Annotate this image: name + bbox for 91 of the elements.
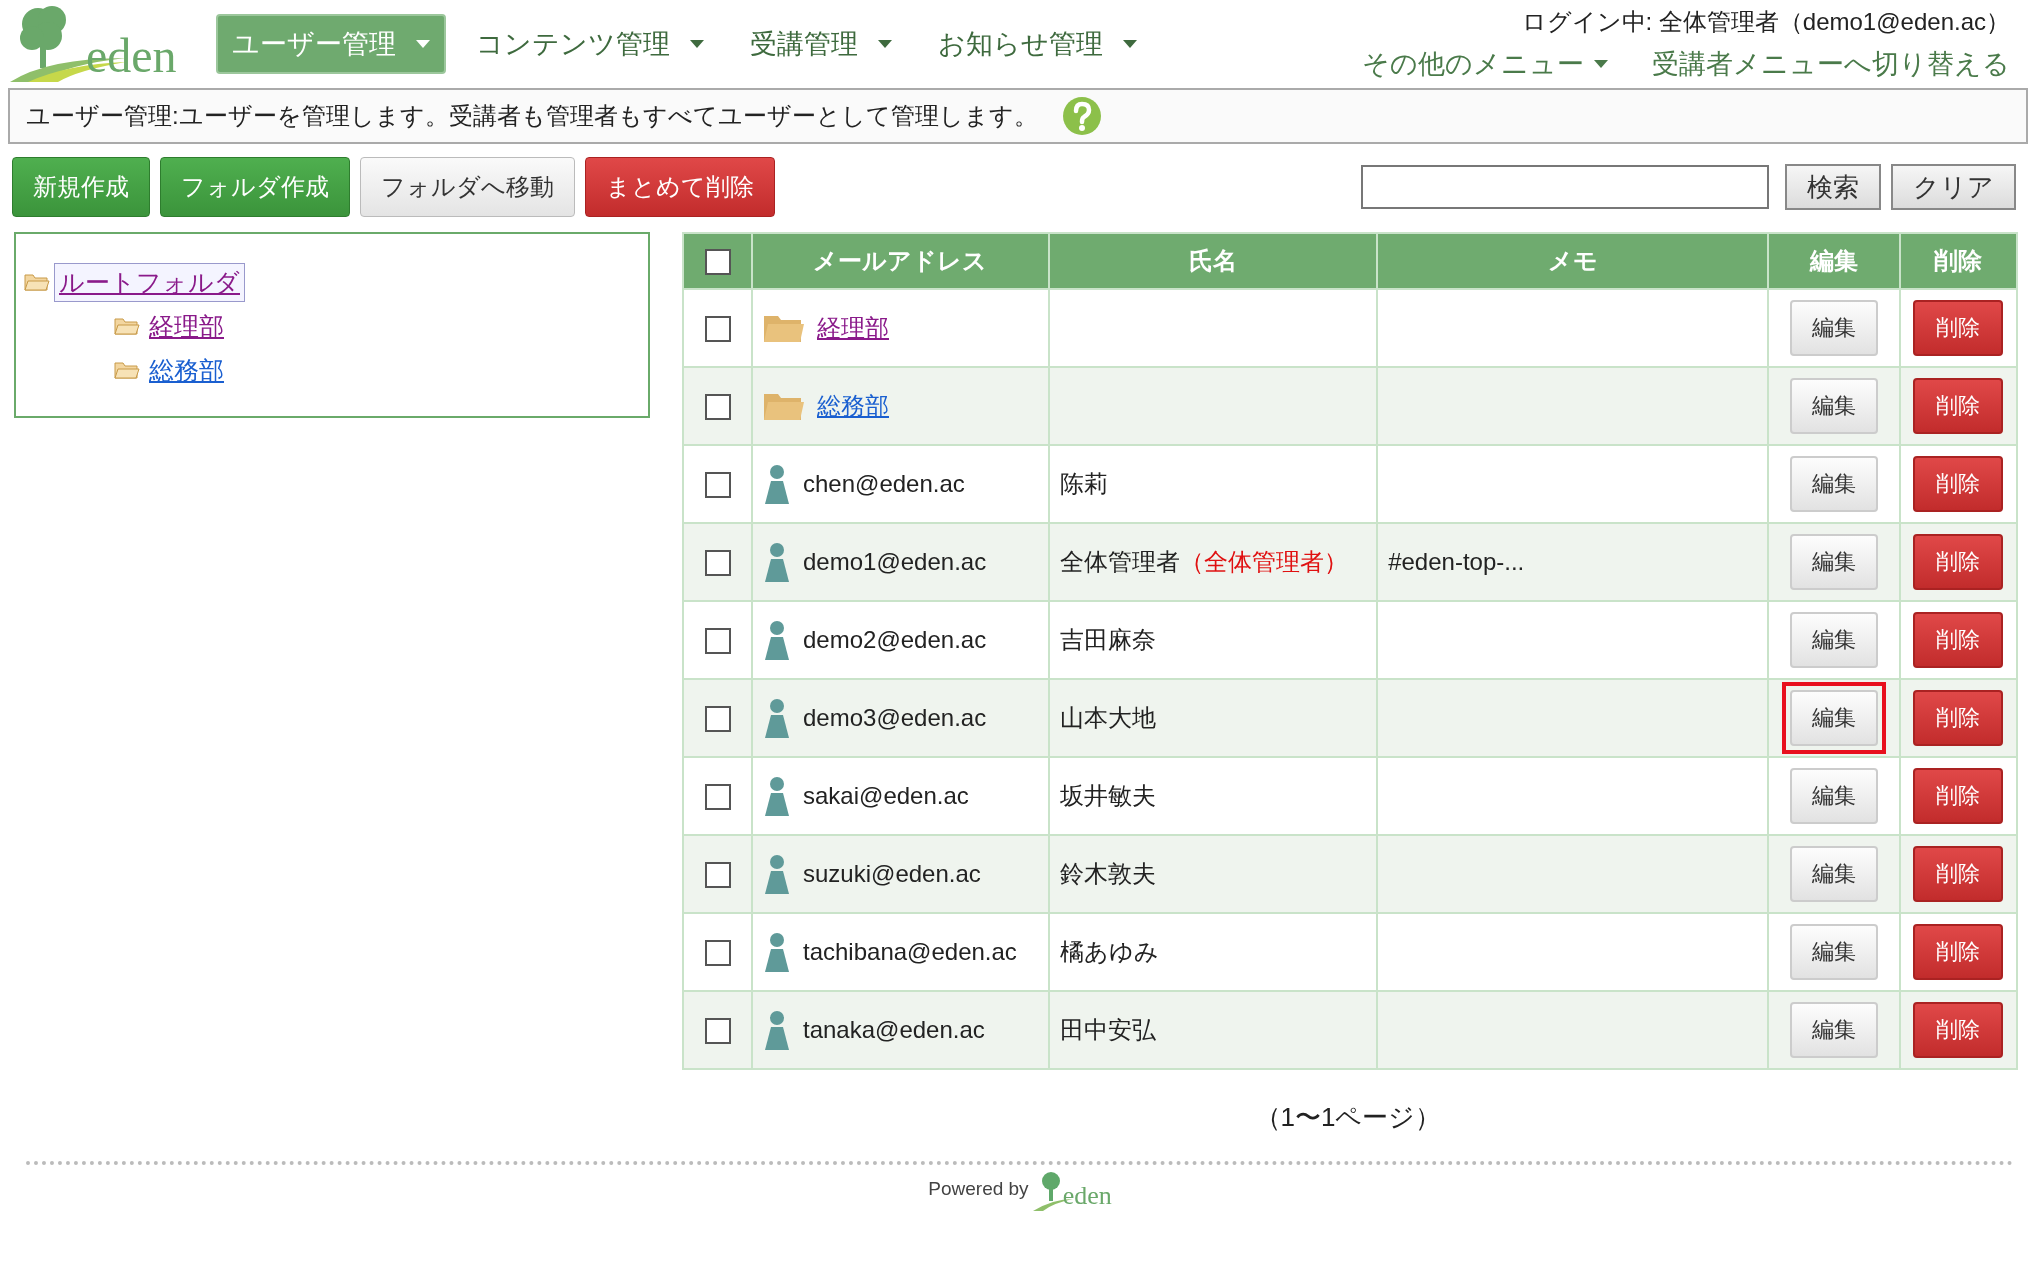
tree-item[interactable]: ルートフォルダ	[54, 262, 245, 302]
row-checkbox[interactable]	[704, 628, 731, 655]
edit-button[interactable]: 編集	[1790, 612, 1879, 668]
email-text: tanaka@eden.ac	[803, 1016, 985, 1044]
action-button[interactable]: まとめて削除	[585, 157, 775, 217]
nav-menu[interactable]: 受講管理	[734, 14, 908, 74]
person-icon	[763, 1010, 791, 1050]
caret-icon	[1594, 60, 1608, 68]
caret-icon	[416, 40, 430, 48]
email-text: sakai@eden.ac	[803, 782, 969, 810]
search-button[interactable]: 検索	[1785, 164, 1881, 210]
delete-button[interactable]: 削除	[1913, 378, 2004, 434]
user-name: 田中安弘	[1059, 1016, 1156, 1043]
tree-item[interactable]: 経理部	[144, 306, 229, 346]
column-header: 編集	[1810, 247, 1859, 274]
person-icon	[763, 464, 791, 504]
row-checkbox[interactable]	[704, 940, 731, 967]
person-icon	[763, 542, 791, 582]
eden-logo: eden	[1032, 1167, 1112, 1211]
email-text: chen@eden.ac	[803, 470, 965, 498]
person-icon	[763, 698, 791, 738]
delete-button[interactable]: 削除	[1913, 1002, 2004, 1058]
edit-button[interactable]: 編集	[1790, 924, 1879, 980]
delete-button[interactable]: 削除	[1913, 924, 2004, 980]
action-button[interactable]: フォルダ作成	[160, 157, 350, 217]
person-icon	[763, 776, 791, 816]
folder-link[interactable]: 総務部	[817, 390, 889, 422]
edit-button[interactable]: 編集	[1790, 534, 1879, 590]
search-field[interactable]	[1361, 165, 1769, 209]
row-checkbox[interactable]	[704, 316, 731, 343]
user-name: 山本大地	[1059, 704, 1156, 731]
caret-icon	[1123, 40, 1137, 48]
page-description: ユーザー管理:ユーザーを管理します。受講者も管理者もすべてユーザーとして管理します。	[26, 101, 1038, 131]
user-name: 鈴木敦夫	[1059, 860, 1156, 887]
folder-link[interactable]: 経理部	[817, 312, 889, 344]
folder-icon	[24, 272, 50, 292]
delete-button[interactable]: 削除	[1913, 846, 2004, 902]
menu-link[interactable]: その他のメニュー	[1362, 46, 1608, 82]
clear-button[interactable]: クリア	[1891, 164, 2016, 210]
column-header: 氏名	[1189, 247, 1238, 274]
delete-button[interactable]: 削除	[1913, 300, 2004, 356]
edit-button[interactable]: 編集	[1790, 378, 1879, 434]
delete-button[interactable]: 削除	[1913, 768, 2004, 824]
person-icon	[763, 932, 791, 972]
action-button[interactable]: 新規作成	[12, 157, 150, 217]
pagination-text: （1〜1ページ）	[1254, 1102, 1442, 1132]
user-name: 吉田麻奈	[1059, 626, 1156, 653]
email-text: tachibana@eden.ac	[803, 938, 1017, 966]
memo-text: #eden-top-...	[1388, 548, 1525, 575]
email-text: demo2@eden.ac	[803, 626, 987, 654]
row-checkbox[interactable]	[704, 706, 731, 733]
email-text: demo1@eden.ac	[803, 548, 987, 576]
edit-button[interactable]: 編集	[1790, 768, 1879, 824]
menu-link[interactable]: 受講者メニューへ切り替える	[1652, 46, 2010, 82]
email-text: demo3@eden.ac	[803, 704, 987, 732]
row-checkbox[interactable]	[704, 550, 731, 577]
folder-icon	[114, 316, 140, 336]
delete-button[interactable]: 削除	[1913, 612, 2004, 668]
select-all-checkbox[interactable]	[704, 249, 731, 276]
edit-button[interactable]: 編集	[1790, 846, 1879, 902]
person-icon	[763, 620, 791, 660]
nav-menu[interactable]: コンテンツ管理	[460, 14, 720, 74]
caret-icon	[690, 40, 704, 48]
edit-button[interactable]: 編集	[1790, 1002, 1879, 1058]
action-button[interactable]: フォルダへ移動	[360, 157, 575, 217]
folder-icon	[114, 360, 140, 380]
user-name: 全体管理者（全体管理者）	[1059, 548, 1348, 575]
delete-button[interactable]: 削除	[1913, 534, 2004, 590]
user-name: 坂井敏夫	[1059, 782, 1156, 809]
caret-icon	[878, 40, 892, 48]
row-checkbox[interactable]	[704, 472, 731, 499]
edit-button[interactable]: 編集	[1790, 690, 1879, 746]
login-status: ログイン中: 全体管理者（demo1@eden.ac）	[1521, 7, 2010, 37]
email-text: suzuki@eden.ac	[803, 860, 981, 888]
row-checkbox[interactable]	[704, 862, 731, 889]
user-name: 橘あゆみ	[1059, 938, 1159, 965]
tree-item[interactable]: 総務部	[144, 350, 229, 390]
person-icon	[763, 854, 791, 894]
nav-menu[interactable]: お知らせ管理	[922, 14, 1153, 74]
column-header: メールアドレス	[813, 247, 988, 274]
delete-button[interactable]: 削除	[1913, 456, 2004, 512]
row-checkbox[interactable]	[704, 394, 731, 421]
powered-by-text: Powered by	[928, 1178, 1029, 1200]
delete-button[interactable]: 削除	[1913, 690, 2004, 746]
edit-button[interactable]: 編集	[1790, 300, 1879, 356]
user-name: 陈莉	[1059, 470, 1108, 497]
row-checkbox[interactable]	[704, 1018, 731, 1045]
edit-button[interactable]: 編集	[1790, 456, 1879, 512]
row-checkbox[interactable]	[704, 784, 731, 811]
column-header: メモ	[1547, 247, 1598, 274]
column-header: 削除	[1934, 247, 1983, 274]
